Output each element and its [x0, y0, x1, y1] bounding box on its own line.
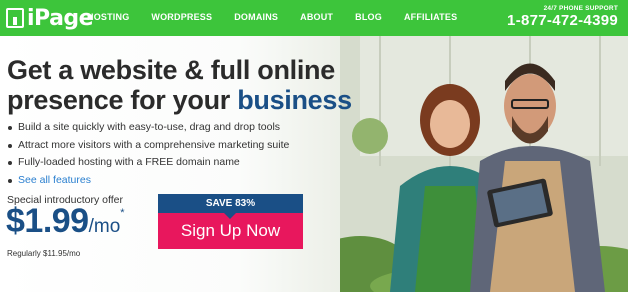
headline-line-2-prefix: presence for your: [7, 85, 238, 115]
logo-mark-icon: [6, 8, 24, 28]
headline-line-2: presence for your business: [7, 85, 367, 115]
feature-item: Attract more visitors with a comprehensi…: [7, 137, 289, 155]
nav-wordpress[interactable]: WORDPRESS: [151, 12, 212, 22]
see-all-features-link[interactable]: See all features: [7, 172, 289, 190]
main-nav: HOSTING WORDPRESS DOMAINS ABOUT BLOG AFF…: [87, 12, 479, 22]
regular-price: Regularly $11.95/mo: [7, 249, 81, 258]
nav-affiliates[interactable]: AFFILIATES: [404, 12, 457, 22]
phone-support-label: 24/7 PHONE SUPPORT: [543, 5, 618, 12]
logo-text: iPage: [27, 5, 94, 31]
site-header: iPage HOSTING WORDPRESS DOMAINS ABOUT BL…: [0, 0, 628, 36]
feature-list: Build a site quickly with easy-to-use, d…: [7, 119, 289, 189]
nav-blog[interactable]: BLOG: [355, 12, 382, 22]
hero-photo: [340, 36, 628, 292]
headline-accent: business: [237, 85, 352, 115]
price: $1.99/mo*: [6, 202, 125, 241]
save-badge-notch: [224, 213, 236, 219]
price-amount: $1.99: [6, 202, 89, 240]
headline-line-1: Get a website & full online: [7, 55, 335, 85]
hero-banner: Get a website & full online presence for…: [0, 36, 628, 292]
ipage-logo[interactable]: iPage: [6, 5, 94, 31]
feature-item: Fully-loaded hosting with a FREE domain …: [7, 154, 289, 172]
price-asterisk: *: [120, 207, 125, 219]
nav-domains[interactable]: DOMAINS: [234, 12, 278, 22]
phone-number[interactable]: 1-877-472-4399: [507, 12, 618, 29]
hero-headline: Get a website & full online presence for…: [7, 55, 367, 115]
nav-hosting[interactable]: HOSTING: [87, 12, 129, 22]
save-badge: SAVE 83%: [158, 194, 303, 213]
feature-item: Build a site quickly with easy-to-use, d…: [7, 119, 289, 137]
nav-about[interactable]: ABOUT: [300, 12, 333, 22]
price-period: /mo: [88, 216, 121, 237]
